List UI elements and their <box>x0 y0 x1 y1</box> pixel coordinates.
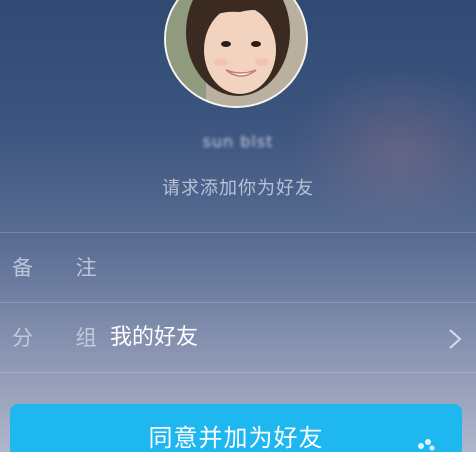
divider <box>0 302 476 303</box>
friend-request-message: 请求添加你为好友 <box>162 178 314 199</box>
remark-row[interactable]: 备 注 <box>0 234 476 302</box>
avatar <box>164 0 308 108</box>
avatar-photo <box>166 0 306 106</box>
divider <box>0 232 476 233</box>
group-value: 我的好友 <box>110 325 199 350</box>
remark-label: 备 注 <box>12 256 115 280</box>
divider <box>0 372 476 373</box>
chevron-right-icon <box>449 329 462 349</box>
agree-add-friend-button[interactable]: 同意并加为好友 <box>10 404 462 452</box>
watermark-icon <box>418 439 435 451</box>
username: sun blst <box>202 132 274 151</box>
group-label: 分 组 <box>12 326 115 350</box>
group-row[interactable]: 分 组 我的好友 <box>0 304 476 372</box>
